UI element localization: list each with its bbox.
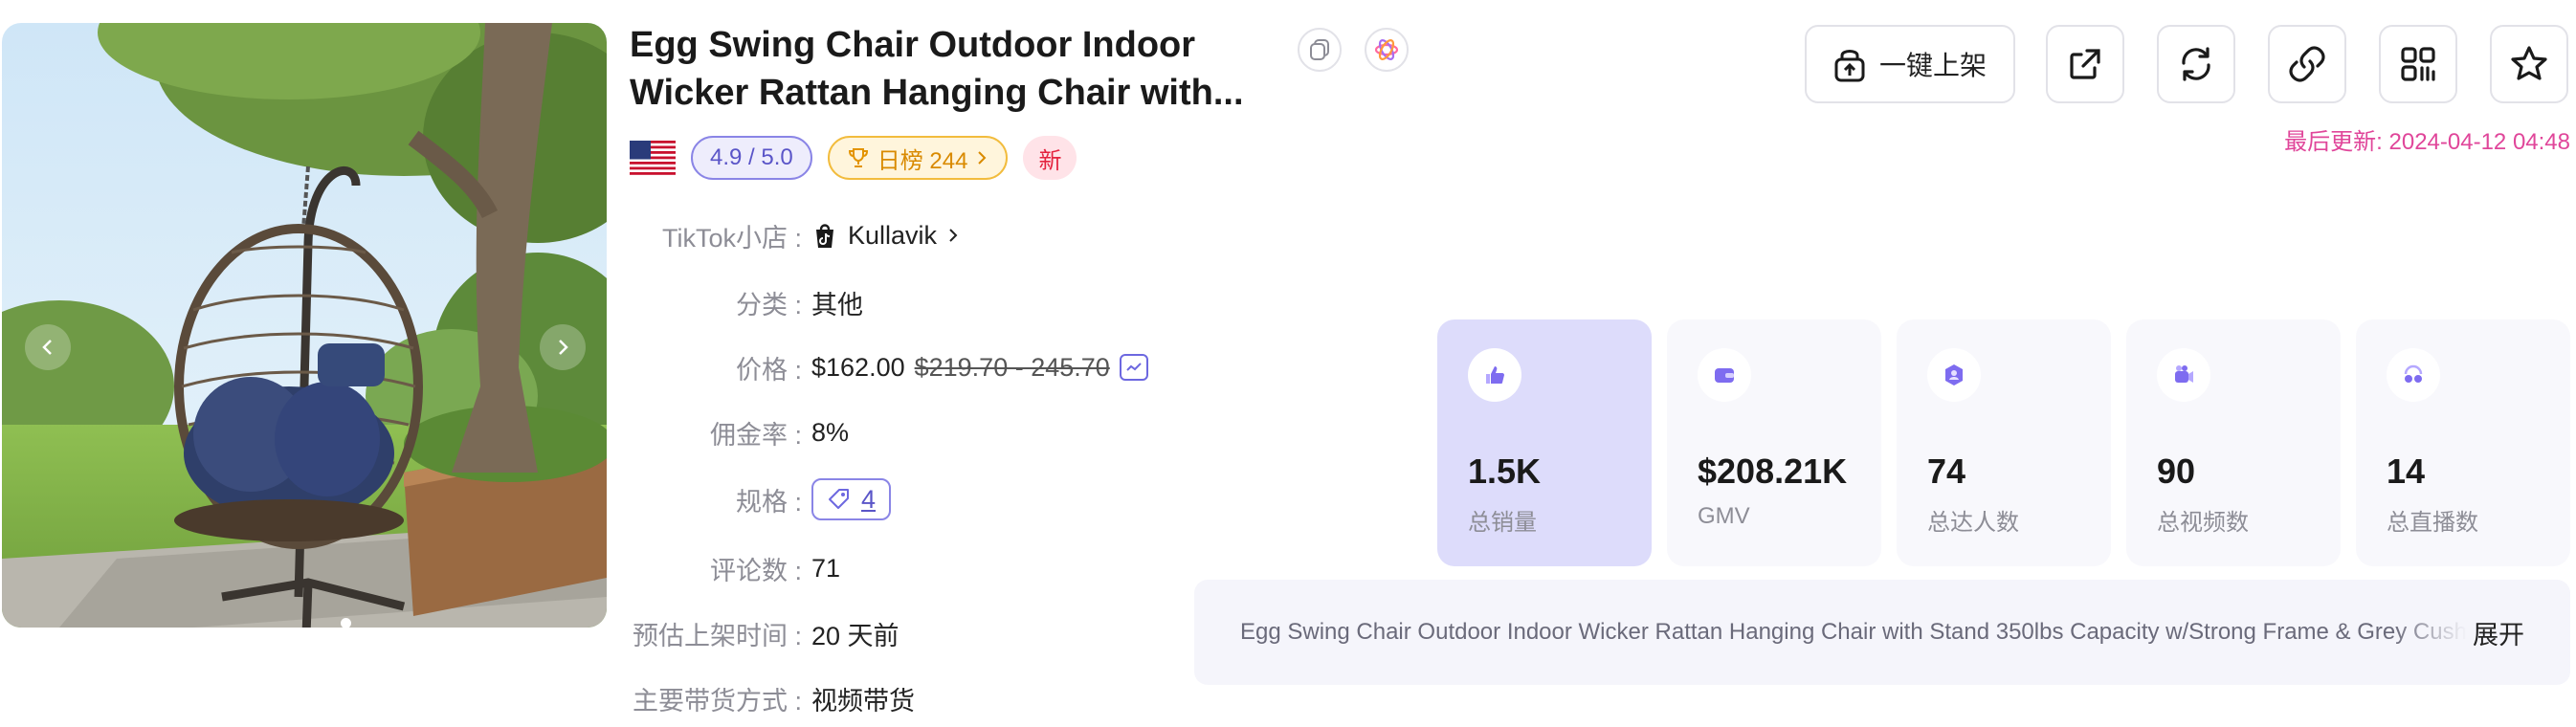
- stat-card-videos[interactable]: 90 总视频数: [2126, 319, 2341, 566]
- product-badges: 4.9 / 5.0 日榜 244 新: [630, 136, 1077, 180]
- shop-name: Kullavik: [848, 220, 938, 250]
- specs-count: 4: [861, 484, 877, 514]
- chevron-right-icon: [978, 151, 987, 165]
- product-image[interactable]: [2, 23, 607, 628]
- new-badge: 新: [1023, 136, 1077, 180]
- rating-badge: 4.9 / 5.0: [691, 136, 812, 180]
- sales-mode-label: 主要带货方式 :: [632, 686, 802, 716]
- stat-card-gmv[interactable]: $208.21K GMV: [1667, 319, 1881, 566]
- price-label: 价格 :: [735, 355, 802, 385]
- reviews-label: 评论数 :: [709, 556, 802, 585]
- sales-mode-value: 视频带货: [811, 686, 915, 716]
- one-click-list-label: 一键上架: [1878, 51, 1987, 80]
- commission-label: 佣金率 :: [709, 420, 802, 450]
- commission-value: 8%: [811, 417, 850, 447]
- refresh-icon: [2182, 47, 2210, 81]
- listed-value: 20 天前: [811, 621, 899, 650]
- stat-label: GMV: [1698, 503, 1750, 529]
- external-link-icon: [2070, 49, 2100, 79]
- stat-value: 14: [2387, 452, 2426, 491]
- qr-code-icon: [2401, 47, 2435, 81]
- specs-chip[interactable]: 4: [811, 478, 892, 520]
- commission-row: 佣金率 : 8%: [630, 411, 849, 453]
- wallet-icon: [1698, 348, 1751, 402]
- ai-assistant-icon[interactable]: [1365, 28, 1409, 72]
- shop-label: TikTok小店 :: [661, 223, 802, 253]
- current-price: $162.00: [811, 352, 905, 382]
- chevron-right-icon: [559, 340, 568, 355]
- share-button[interactable]: [2046, 25, 2124, 103]
- stat-label: 总销量: [1468, 510, 1537, 536]
- original-price: $219.70 - 245.70: [914, 352, 1110, 382]
- product-title: Egg Swing Chair Outdoor Indoor Wicker Ra…: [630, 21, 1252, 117]
- reviews-value: 71: [811, 553, 841, 583]
- carousel-prev-button[interactable]: [25, 324, 71, 370]
- stat-value: $208.21K: [1698, 452, 1848, 491]
- last-updated: 最后更新: 2024-04-12 04:48: [2284, 129, 2570, 155]
- stat-value: 90: [2157, 452, 2196, 491]
- stat-label: 总直播数: [2387, 510, 2478, 536]
- stat-value: 1.5K: [1468, 452, 1542, 491]
- tiktok-shop-icon: [816, 224, 833, 248]
- creator-icon: [1927, 348, 1981, 402]
- stat-card-sales[interactable]: 1.5K 总销量: [1437, 319, 1652, 566]
- category-value: 其他: [811, 290, 863, 319]
- live-icon: [2387, 348, 2440, 402]
- carousel-dot[interactable]: [341, 618, 351, 628]
- shop-link[interactable]: Kullavik: [811, 221, 960, 251]
- price-value: $162.00 $219.70 - 245.70: [811, 353, 1148, 383]
- qr-code-button[interactable]: [2379, 25, 2457, 103]
- category-label: 分类 :: [735, 290, 802, 319]
- expand-button[interactable]: 展开: [2473, 614, 2524, 651]
- product-title-line-2: Wicker Rattan Hanging Chair with...: [630, 73, 1244, 113]
- star-icon: [2511, 46, 2547, 80]
- one-click-list-button[interactable]: 一键上架: [1805, 25, 2015, 103]
- product-title-line-1: Egg Swing Chair Outdoor Indoor: [630, 25, 1196, 65]
- carousel-next-button[interactable]: [540, 324, 586, 370]
- video-icon: [2157, 348, 2210, 402]
- sales-mode-row: 主要带货方式 : 视频带货: [630, 677, 915, 719]
- specs-label: 规格 :: [735, 487, 802, 517]
- stat-value: 74: [1927, 452, 1966, 491]
- thumbs-up-icon: [1468, 348, 1521, 402]
- copy-icon[interactable]: [1298, 28, 1342, 72]
- tag-icon: [829, 489, 849, 509]
- upload-lock-icon: [1834, 50, 1865, 82]
- stat-card-lives[interactable]: 14 总直播数: [2356, 319, 2570, 566]
- stat-card-creators[interactable]: 74 总达人数: [1897, 319, 2111, 566]
- price-trend-icon[interactable]: [1119, 354, 1148, 381]
- description-box: Egg Swing Chair Outdoor Indoor Wicker Ra…: [1194, 580, 2570, 685]
- copy-link-button[interactable]: [2268, 25, 2346, 103]
- trophy-icon: [848, 148, 868, 167]
- specs-row: 规格 : 4: [630, 478, 892, 520]
- daily-rank-label: 日榜 244: [877, 147, 968, 174]
- daily-rank-badge[interactable]: 日榜 244: [827, 136, 1009, 180]
- chevron-left-icon: [42, 340, 52, 355]
- category-row: 分类 : 其他: [630, 281, 863, 323]
- listed-label: 预估上架时间 :: [632, 621, 802, 650]
- refresh-button[interactable]: [2157, 25, 2235, 103]
- shop-row: TikTok小店 : Kullavik: [630, 214, 960, 256]
- link-icon: [2289, 46, 2325, 82]
- stat-label: 总视频数: [2157, 510, 2249, 536]
- us-flag-icon: [630, 141, 676, 175]
- price-row: 价格 : $162.00 $219.70 - 245.70: [630, 346, 1148, 388]
- listed-row: 预估上架时间 : 20 天前: [630, 612, 899, 654]
- favorite-button[interactable]: [2490, 25, 2568, 103]
- chevron-right-icon: [949, 229, 958, 242]
- stat-label: 总达人数: [1927, 510, 2019, 536]
- description-text: Egg Swing Chair Outdoor Indoor Wicker Ra…: [1240, 619, 2467, 645]
- reviews-row: 评论数 : 71: [630, 547, 840, 589]
